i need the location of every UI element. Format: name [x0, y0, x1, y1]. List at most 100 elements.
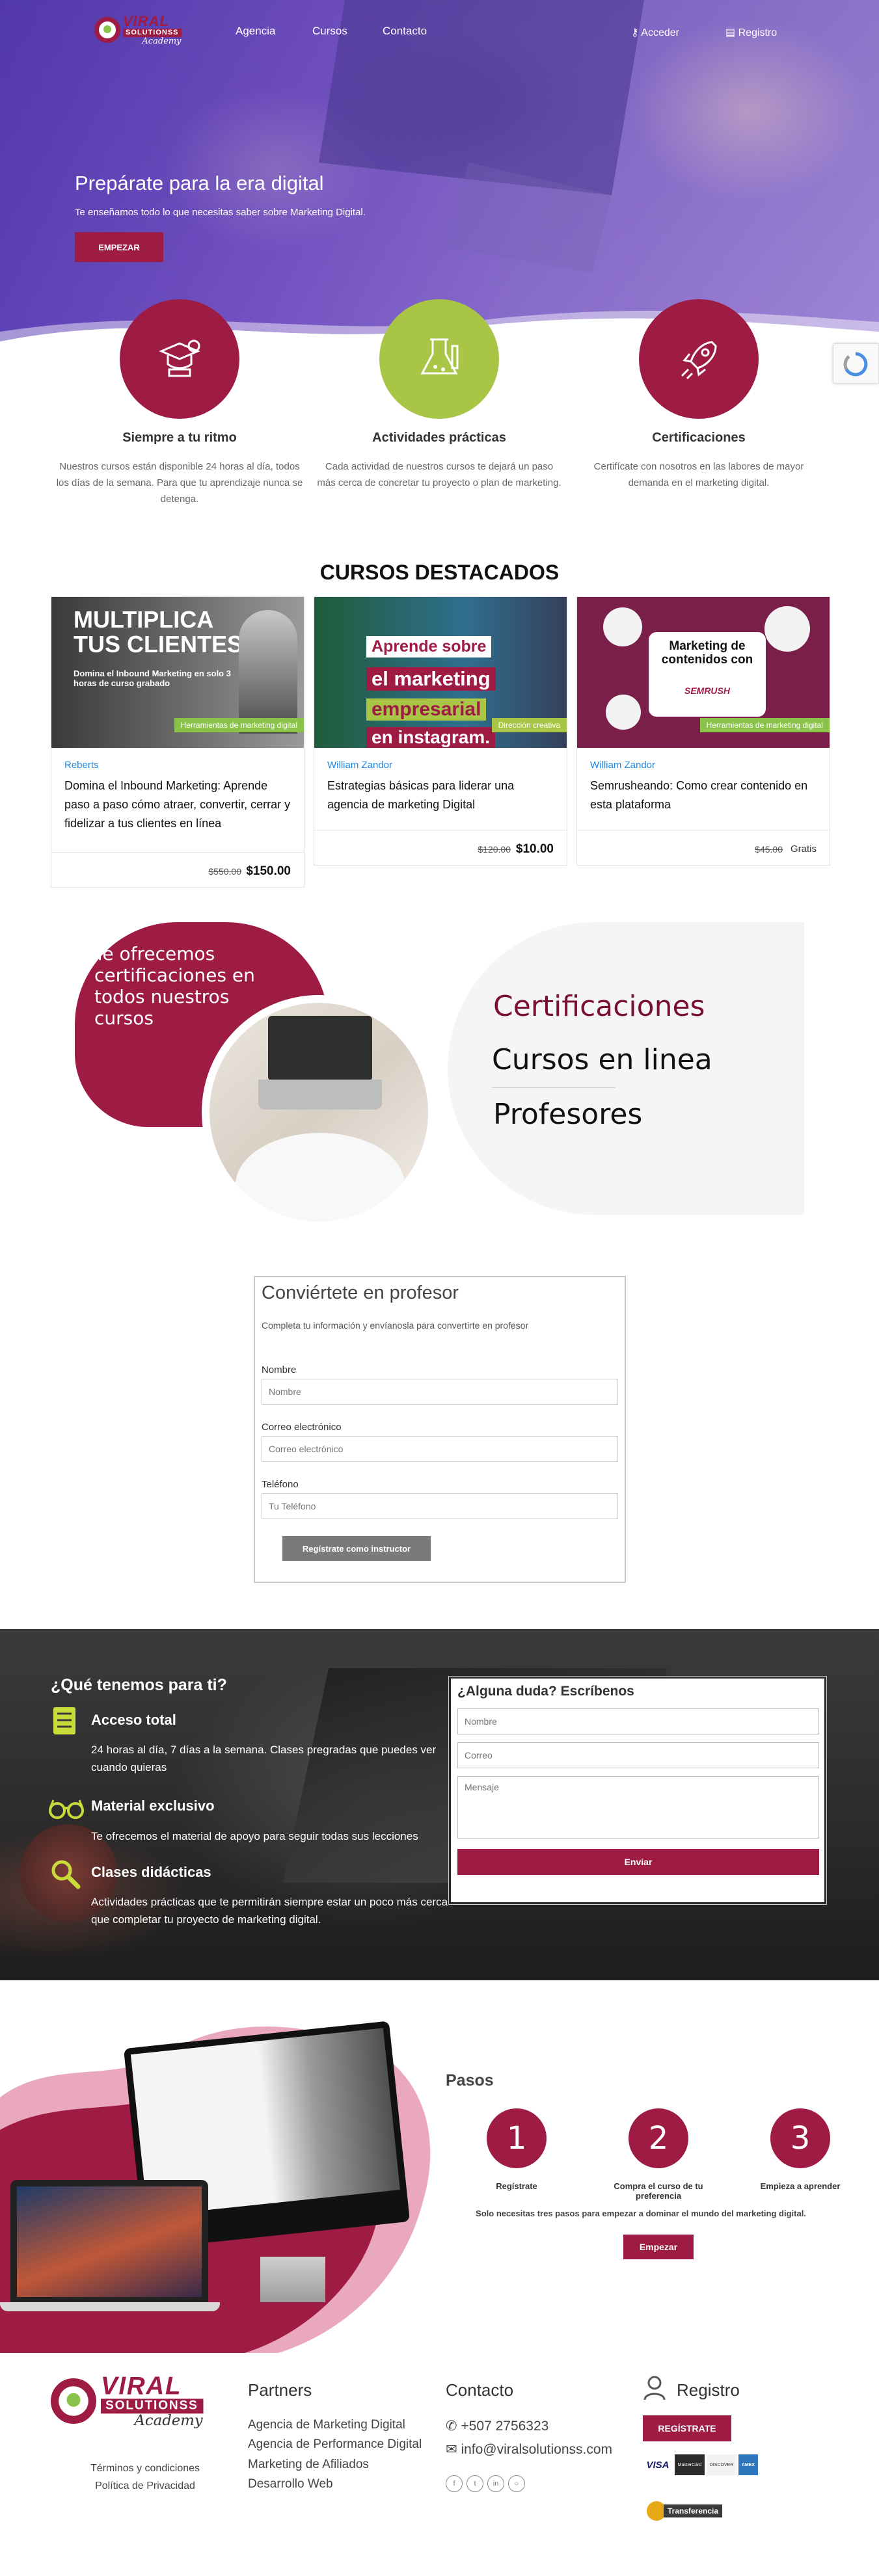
step-circle-2: 2	[629, 2108, 688, 2168]
person-shape	[236, 1133, 405, 1221]
contact-message-input[interactable]	[457, 1776, 819, 1839]
course-image-1[interactable]: MULTIPLICA TUS CLIENTES Domina el Inboun…	[51, 597, 304, 748]
contact-name-input[interactable]	[457, 1708, 819, 1734]
course-new-price-3: Gratis	[790, 843, 817, 855]
offer-item-text-3: Actividades prácticas que te permitirán …	[91, 1896, 448, 1926]
feature-text-2: Cada actividad de nuestros cursos te dej…	[317, 461, 561, 488]
teacher-form: Conviértete en profesor Completa tu info…	[254, 1276, 626, 1583]
contact-title: Contacto	[446, 2380, 514, 2400]
footer-phone[interactable]: ✆ +507 2756323	[446, 2415, 548, 2437]
footer-register-button[interactable]: REGÍSTRATE	[643, 2415, 731, 2441]
course-image-3[interactable]: Marketing de contenidos con SEMRUSH Herr…	[577, 597, 830, 748]
footer-logo-line1: VIRAL	[101, 2371, 182, 2400]
certifications-lead: Te ofrecemos certificaciones en todos nu…	[94, 943, 255, 1029]
amex-icon: AMEX	[738, 2454, 758, 2475]
course-image-2-line3: empresarial	[366, 698, 487, 721]
nav-link-agencia[interactable]: Agencia	[236, 25, 275, 38]
laptop-photo	[210, 1003, 428, 1221]
course-tag-3[interactable]: Herramientas de marketing digital	[699, 718, 830, 732]
phone-label: Teléfono	[262, 1479, 299, 1490]
course-tag-1[interactable]: Herramientas de marketing digital	[174, 718, 304, 732]
contact-send-button[interactable]: Enviar	[457, 1849, 819, 1875]
course-tag-2[interactable]: Dirección creativa	[491, 718, 567, 732]
course-image-2-line4: en instagram.	[366, 727, 496, 748]
offer-item-title-1: Acceso total	[91, 1712, 176, 1728]
teacher-name-input[interactable]	[262, 1379, 618, 1405]
key-icon: ⚷	[631, 27, 639, 38]
site-logo[interactable]: VIRAL SOLUTIONSS Academy	[94, 14, 182, 46]
teacher-email-input[interactable]	[262, 1436, 618, 1462]
teacher-form-title: Conviértete en profesor	[262, 1282, 459, 1303]
chat-icon	[603, 607, 642, 646]
partner-link-3[interactable]: Marketing de Afiliados	[248, 2455, 422, 2475]
contact-form: ¿Alguna duda? Escríbenos Enviar	[448, 1676, 827, 1905]
course-image-2-line2: el marketing	[366, 667, 496, 691]
partners-title: Partners	[248, 2380, 312, 2400]
course-old-price-1: $550.00	[208, 866, 241, 877]
cert-item-profesores: Profesores	[493, 1098, 643, 1131]
partner-link-4[interactable]: Desarrollo Web	[248, 2475, 422, 2494]
laptop-illustration	[319, 0, 644, 273]
steps-title: Pasos	[446, 2071, 494, 2090]
terms-link[interactable]: Términos y condiciones	[51, 2460, 239, 2477]
twitter-icon[interactable]: t	[467, 2475, 483, 2492]
gear-icon	[764, 606, 810, 652]
course-image-3-line1: Marketing de	[669, 639, 746, 653]
nav-link-cursos[interactable]: Cursos	[312, 25, 347, 38]
feature-title-1: Siempre a tu ritmo	[122, 431, 237, 445]
footer-email[interactable]: ✉ info@viralsolutionss.com	[446, 2439, 612, 2461]
privacy-link[interactable]: Política de Privacidad	[51, 2477, 239, 2495]
course-image-2[interactable]: Aprende sobre el marketing empresarial e…	[314, 597, 567, 748]
nav-register-label: Registro	[738, 27, 778, 38]
facebook-icon[interactable]: f	[446, 2475, 463, 2492]
offer-item-title-3: Clases didácticas	[91, 1864, 211, 1880]
course-image-3-line2: contenidos con	[661, 652, 753, 667]
course-footer-2: $120.00 $10.00	[314, 830, 567, 866]
course-author-2[interactable]: William Zandor	[327, 760, 392, 771]
teacher-phone-input[interactable]	[262, 1493, 618, 1519]
partners-list: Agencia de Marketing Digital Agencia de …	[248, 2415, 422, 2495]
nav-link-contacto[interactable]: Contacto	[383, 25, 427, 38]
course-title-3[interactable]: Semrusheando: Como crear contenido en es…	[590, 777, 821, 814]
feature-circle-2	[379, 299, 499, 419]
step-label-1: Regístrate	[496, 2181, 537, 2191]
nav-login[interactable]: ⚷ Acceder	[631, 26, 679, 39]
footer-logo-line3: Academy	[134, 2412, 203, 2430]
glasses-icon	[48, 1798, 85, 1820]
partner-link-2[interactable]: Agencia de Performance Digital	[248, 2435, 422, 2454]
visa-icon: VISA	[643, 2454, 673, 2475]
monitor-stand	[260, 2257, 325, 2302]
offer-item-text-2: Te ofrecemos el material de apoyo para s…	[91, 1830, 418, 1842]
recaptcha-badge[interactable]	[833, 343, 879, 384]
course-title-1[interactable]: Domina el Inbound Marketing: Aprende pas…	[64, 777, 295, 832]
course-image-3-brand: SEMRUSH	[684, 685, 730, 696]
register-instructor-button[interactable]: Regístrate como instructor	[282, 1536, 431, 1561]
course-title-2[interactable]: Estrategias básicas para liderar una age…	[327, 777, 558, 814]
feature-title-2: Actividades prácticas	[372, 431, 506, 445]
offer-item-title-2: Material exclusivo	[91, 1798, 215, 1814]
nav-login-label: Acceder	[641, 27, 679, 38]
partner-link-1[interactable]: Agencia de Marketing Digital	[248, 2415, 422, 2435]
footer-logo[interactable]: VIRAL SOLUTIONSS Academy	[51, 2371, 203, 2430]
course-card-3[interactable]: Marketing de contenidos con SEMRUSH Herr…	[576, 596, 830, 866]
offer-title: ¿Qué tenemos para ti?	[51, 1676, 227, 1694]
nav-register[interactable]: ▤ Registro	[725, 26, 777, 39]
course-author-1[interactable]: Reberts	[64, 760, 99, 771]
feature-text-3: Certifícate con nosotros en las labores …	[593, 461, 804, 488]
feature-circle-3	[639, 299, 759, 419]
course-card-2[interactable]: Aprende sobre el marketing empresarial e…	[314, 596, 567, 866]
course-old-price-2: $120.00	[478, 844, 511, 855]
social-icons: f t in ○	[446, 2475, 529, 2492]
hero-start-button[interactable]: EMPEZAR	[75, 232, 163, 262]
course-card-1[interactable]: MULTIPLICA TUS CLIENTES Domina el Inboun…	[51, 596, 304, 888]
hero-title: Prepárate para la era digital	[75, 172, 324, 194]
cert-item-cursos: Cursos en linea	[492, 1043, 712, 1076]
contact-email-input[interactable]	[457, 1742, 819, 1768]
steps-note: Solo necesitas tres pasos para empezar a…	[476, 2209, 806, 2218]
linkedin-icon[interactable]: in	[487, 2475, 504, 2492]
laptop-base	[0, 2302, 220, 2311]
instagram-icon[interactable]: ○	[508, 2475, 525, 2492]
steps-start-button[interactable]: Empezar	[623, 2235, 694, 2259]
step-label-2: Compra el curso de tu preferencia	[614, 2181, 703, 2201]
course-author-3[interactable]: William Zandor	[590, 760, 655, 771]
